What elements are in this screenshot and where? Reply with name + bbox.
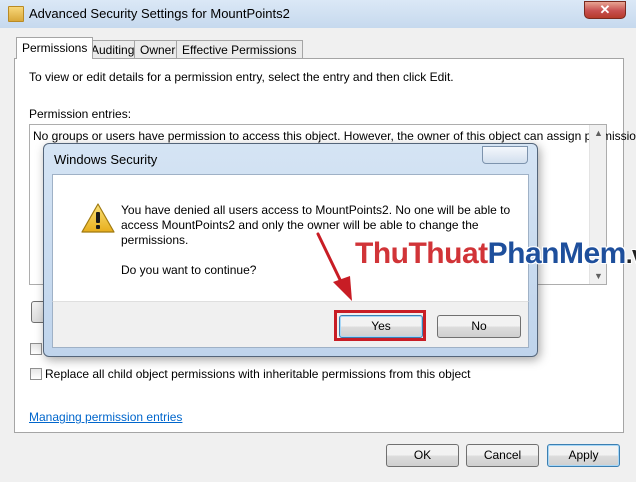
replace-child-permissions-label: Replace all child object permissions wit… <box>45 367 471 381</box>
include-inheritable-checkbox[interactable] <box>30 343 42 355</box>
yes-highlight-box <box>334 310 426 341</box>
warning-icon <box>81 203 115 233</box>
tab-effective-permissions[interactable]: Effective Permissions <box>176 40 303 58</box>
red-arrow-icon <box>316 232 352 301</box>
dialog-question: Do you want to continue? <box>121 263 257 277</box>
dialog-close-button[interactable] <box>482 146 528 164</box>
window-title: Advanced Security Settings for MountPoin… <box>29 6 290 21</box>
apply-button[interactable]: Apply <box>547 444 620 467</box>
tab-permissions[interactable]: Permissions <box>16 37 94 59</box>
ok-button[interactable]: OK <box>386 444 459 467</box>
tab-owner[interactable]: Owner <box>134 40 182 58</box>
watermark-part-1: ThuThuat <box>355 237 488 270</box>
window-close-button[interactable]: ✕ <box>584 1 626 19</box>
watermark-logo: ThuThuatPhanMem.vn <box>355 237 636 271</box>
permission-entries-label: Permission entries: <box>29 107 132 121</box>
scroll-up-icon[interactable]: ▲ <box>594 128 603 138</box>
managing-permissions-link[interactable]: Managing permission entries <box>29 410 182 424</box>
no-button[interactable]: No <box>437 315 521 338</box>
empty-list-message: No groups or users have permission to ac… <box>33 129 636 143</box>
replace-child-permissions-checkbox[interactable] <box>30 368 42 380</box>
scroll-down-icon[interactable]: ▼ <box>594 271 603 281</box>
watermark-part-3: .vn <box>625 242 636 269</box>
dialog-title: Windows Security <box>54 152 158 167</box>
watermark-part-2: PhanMem <box>487 237 627 270</box>
title-bar[interactable]: Advanced Security Settings for MountPoin… <box>0 0 636 28</box>
instructions-text: To view or edit details for a permission… <box>29 70 454 84</box>
folder-icon <box>8 6 24 22</box>
cancel-button[interactable]: Cancel <box>466 444 539 467</box>
